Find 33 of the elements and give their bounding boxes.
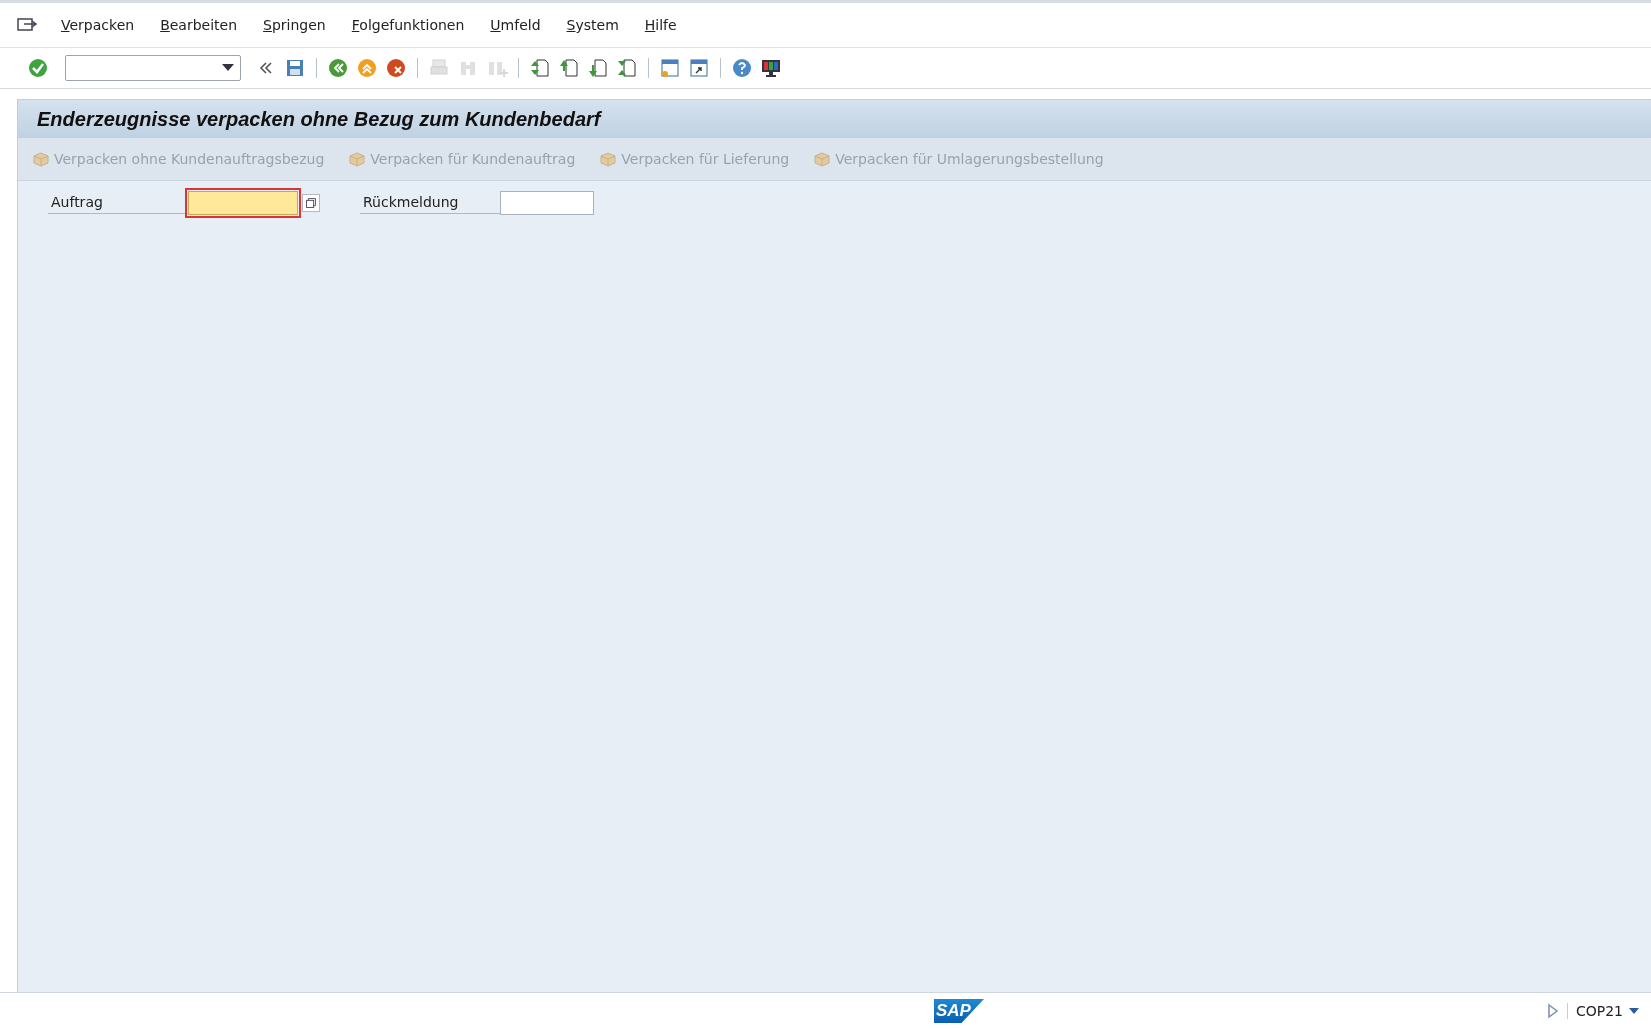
cancel-icon[interactable] xyxy=(384,56,408,80)
exit-icon[interactable] xyxy=(355,56,379,80)
menu-item[interactable]: Folgefunktionen xyxy=(338,17,478,33)
package-icon xyxy=(813,149,832,169)
menu-item[interactable]: System xyxy=(553,17,632,33)
input-field[interactable] xyxy=(188,191,298,215)
value-help-icon[interactable] xyxy=(302,194,320,212)
caret-icon xyxy=(222,64,234,72)
previous-page-icon[interactable] xyxy=(557,56,581,80)
transaction-code[interactable]: COP21 xyxy=(1566,1003,1639,1019)
package-icon xyxy=(32,149,50,169)
menu-item[interactable]: Bearbeiten xyxy=(147,17,251,33)
command-field[interactable] xyxy=(65,55,241,81)
menu-item[interactable]: Hilfe xyxy=(631,17,690,33)
help-icon[interactable] xyxy=(730,56,754,80)
shortcut-icon[interactable] xyxy=(687,56,711,80)
check-icon[interactable] xyxy=(26,56,50,80)
screen-title: Enderzeugnisse verpacken ohne Bezug zum Kundenbedarf xyxy=(18,100,1651,138)
back-icon[interactable] xyxy=(326,56,350,80)
first-page-icon[interactable] xyxy=(528,56,552,80)
logo: SAP xyxy=(934,999,984,1023)
play-icon[interactable] xyxy=(1546,1003,1559,1019)
package-icon xyxy=(599,149,618,169)
next-page-icon[interactable] xyxy=(586,56,610,80)
input-field[interactable] xyxy=(500,191,594,215)
menu-item[interactable]: Springen xyxy=(250,17,339,33)
menu-icon[interactable] xyxy=(16,16,38,34)
menu-item[interactable]: Verpacken xyxy=(48,17,148,33)
new-window-icon[interactable] xyxy=(658,56,682,80)
caret-icon xyxy=(1629,1007,1639,1015)
package-icon xyxy=(348,149,367,169)
menu-item[interactable]: Umfeld xyxy=(477,17,554,33)
last-page-icon[interactable] xyxy=(615,56,639,80)
